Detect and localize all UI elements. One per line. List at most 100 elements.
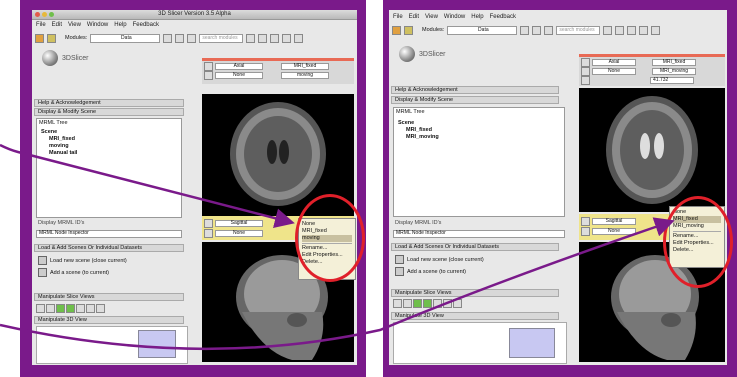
- node-inspector-select[interactable]: MRML Node Inspector: [36, 230, 182, 238]
- history-icon[interactable]: [544, 25, 554, 35]
- visibility-icon[interactable]: [581, 75, 590, 85]
- menu-help[interactable]: Help: [471, 14, 483, 20]
- add-scene-icon[interactable]: [38, 268, 47, 277]
- module-select[interactable]: Data: [447, 25, 518, 35]
- orient-select[interactable]: Sagittal: [215, 219, 263, 227]
- slice-btn-icon[interactable]: [403, 299, 412, 308]
- section-3d-view[interactable]: Manipulate 3D View: [34, 316, 184, 324]
- tree-item[interactable]: moving: [41, 143, 77, 150]
- link-icon[interactable]: [204, 228, 213, 238]
- slice-offset-value[interactable]: 41.732: [650, 76, 694, 84]
- slice-btn-icon[interactable]: [36, 304, 45, 313]
- bg-volume-select[interactable]: moving: [281, 71, 329, 79]
- load-scene-row[interactable]: Load new scene (close current): [38, 256, 127, 265]
- tree-item[interactable]: MRI_moving: [398, 134, 439, 141]
- section-load[interactable]: Load & Add Scenes Or Individual Datasets: [391, 243, 559, 251]
- slice-btn-icon[interactable]: [433, 299, 442, 308]
- back-icon[interactable]: [163, 33, 173, 43]
- tree-item-scene[interactable]: Scene: [41, 129, 77, 136]
- pin-icon[interactable]: [204, 218, 213, 228]
- slice-btn-icon[interactable]: [46, 304, 55, 313]
- search-input[interactable]: search modules: [556, 25, 601, 35]
- orient-select[interactable]: Axial: [592, 58, 636, 66]
- slice-btn-icon[interactable]: [393, 299, 402, 308]
- load-scene-icon[interactable]: [395, 255, 404, 264]
- label-select[interactable]: None: [592, 227, 636, 235]
- load-scene-row[interactable]: Load new scene (close current): [395, 255, 484, 264]
- menu-file[interactable]: File: [36, 22, 46, 28]
- slice-btn-icon[interactable]: [453, 299, 462, 308]
- orient-select[interactable]: Sagittal: [592, 217, 636, 225]
- search-input[interactable]: search modules: [199, 33, 244, 43]
- layout3-icon[interactable]: [270, 33, 280, 43]
- layout-icon[interactable]: [246, 33, 256, 43]
- add-scene-icon[interactable]: [395, 267, 404, 276]
- display-ids-checkbox[interactable]: Display MRML ID's: [395, 220, 441, 226]
- tree-item[interactable]: MRI_fixed: [398, 127, 439, 134]
- slice-btn-icon[interactable]: [86, 304, 95, 313]
- section-slice-views[interactable]: Manipulate Slice Views: [391, 289, 559, 297]
- section-load[interactable]: Load & Add Scenes Or Individual Datasets: [34, 244, 184, 252]
- menu-edit[interactable]: Edit: [409, 14, 419, 20]
- data-icon[interactable]: [404, 25, 413, 35]
- home-icon[interactable]: [35, 33, 44, 43]
- slice-btn-icon[interactable]: [76, 304, 85, 313]
- data-icon[interactable]: [47, 33, 56, 43]
- section-help[interactable]: Help & Acknowledgement: [34, 99, 184, 107]
- fg-volume-select[interactable]: MRI_fixed: [281, 62, 329, 70]
- section-help[interactable]: Help & Acknowledgement: [391, 86, 559, 94]
- menu-file[interactable]: File: [393, 14, 403, 20]
- section-display[interactable]: Display & Modify Scene: [34, 108, 184, 116]
- undo-icon[interactable]: [294, 33, 304, 43]
- tree-item[interactable]: Manual tail: [41, 150, 77, 157]
- forward-icon[interactable]: [175, 33, 185, 43]
- menu-window[interactable]: Window: [87, 22, 108, 28]
- menu-help[interactable]: Help: [114, 22, 126, 28]
- link-icon[interactable]: [581, 66, 590, 76]
- label-select[interactable]: None: [592, 67, 636, 75]
- slice-btn-icon[interactable]: [413, 299, 422, 308]
- tree-item[interactable]: MRI_fixed: [41, 136, 77, 143]
- fg-volume-select[interactable]: MRI_fixed: [652, 58, 696, 66]
- add-scene-row[interactable]: Add a scene (to current): [395, 267, 466, 276]
- bg-volume-select[interactable]: MRI_moving: [652, 67, 696, 75]
- node-inspector-select[interactable]: MRML Node Inspector: [393, 230, 565, 238]
- menu-feedback[interactable]: Feedback: [490, 14, 516, 20]
- menu-view[interactable]: View: [425, 14, 438, 20]
- forward-icon[interactable]: [532, 25, 542, 35]
- layout-icon[interactable]: [603, 25, 613, 35]
- module-select[interactable]: Data: [90, 33, 161, 43]
- slice-btn-icon[interactable]: [443, 299, 452, 308]
- link-icon[interactable]: [204, 70, 213, 80]
- tree-item-scene[interactable]: Scene: [398, 120, 439, 127]
- home-icon[interactable]: [392, 25, 401, 35]
- history-icon[interactable]: [187, 33, 197, 43]
- label-select[interactable]: None: [215, 71, 263, 79]
- axial-slice-view[interactable]: [579, 88, 725, 212]
- menu-view[interactable]: View: [68, 22, 81, 28]
- slice-btn-icon[interactable]: [56, 304, 65, 313]
- layout2-icon[interactable]: [615, 25, 625, 35]
- menu-window[interactable]: Window: [444, 14, 465, 20]
- menu-edit[interactable]: Edit: [52, 22, 62, 28]
- save-icon[interactable]: [639, 25, 649, 35]
- undo-icon[interactable]: [651, 25, 661, 35]
- menu-feedback[interactable]: Feedback: [133, 22, 159, 28]
- section-display[interactable]: Display & Modify Scene: [391, 96, 559, 104]
- pin-icon[interactable]: [581, 57, 590, 67]
- slice-btn-icon[interactable]: [66, 304, 75, 313]
- slice-btn-icon[interactable]: [423, 299, 432, 308]
- back-icon[interactable]: [520, 25, 530, 35]
- slice-btn-icon[interactable]: [96, 304, 105, 313]
- section-slice-views[interactable]: Manipulate Slice Views: [34, 293, 184, 301]
- pin-icon[interactable]: [204, 61, 213, 71]
- load-scene-icon[interactable]: [38, 256, 47, 265]
- layout3-icon[interactable]: [627, 25, 637, 35]
- link-icon[interactable]: [581, 226, 590, 236]
- label-select[interactable]: None: [215, 229, 263, 237]
- section-3d-view[interactable]: Manipulate 3D View: [391, 312, 559, 320]
- layout2-icon[interactable]: [258, 33, 268, 43]
- orient-select[interactable]: Axial: [215, 62, 263, 70]
- add-scene-row[interactable]: Add a scene (to current): [38, 268, 109, 277]
- pin-icon[interactable]: [581, 216, 590, 226]
